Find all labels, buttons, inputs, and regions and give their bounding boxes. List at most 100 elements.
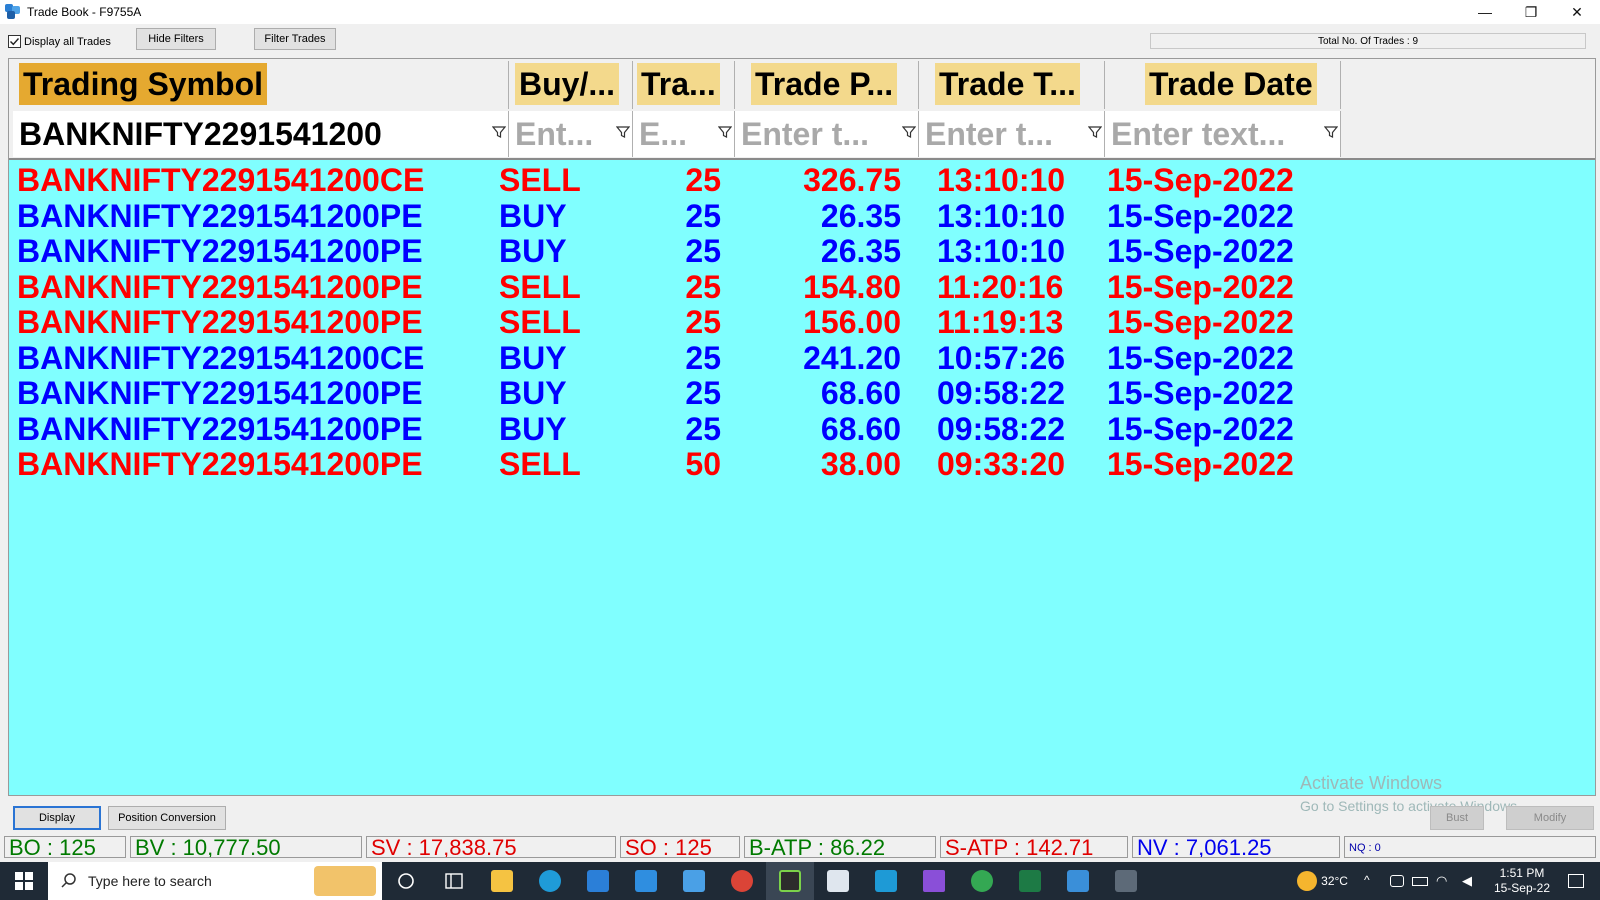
- notifications-icon[interactable]: [1568, 874, 1584, 888]
- triangle-app-icon[interactable]: [910, 862, 958, 900]
- cell-symbol: BANKNIFTY2291541200PE: [17, 304, 423, 340]
- sell-orders-stat: SO : 125: [620, 836, 740, 858]
- table-row[interactable]: BANKNIFTY2291541200PE SELL 25 156.00 11:…: [9, 304, 1595, 340]
- hide-filters-button[interactable]: Hide Filters: [136, 28, 216, 50]
- filter-placeholder[interactable]: Enter t...: [925, 115, 1053, 153]
- filter-icon[interactable]: [717, 125, 733, 139]
- cell-qty: 25: [685, 375, 721, 411]
- battery-icon[interactable]: [1411, 876, 1428, 886]
- filter-trade-date[interactable]: Enter text...: [1105, 111, 1341, 157]
- cell-date: 15-Sep-2022: [1107, 304, 1294, 340]
- widgets-icon[interactable]: [430, 862, 478, 900]
- search-icon: [61, 873, 76, 888]
- column-header-trade-date[interactable]: Trade Date: [1105, 61, 1341, 109]
- filter-text[interactable]: BANKNIFTY2291541200: [19, 115, 382, 153]
- activate-windows-watermark: Activate Windows: [1300, 773, 1443, 793]
- meet-icon[interactable]: [1389, 875, 1404, 887]
- clock-time: 1:51 PM: [1499, 866, 1545, 880]
- filter-icon[interactable]: [1087, 125, 1103, 139]
- cell-qty: 25: [685, 410, 721, 447]
- cell-date: 15-Sep-2022: [1107, 446, 1294, 482]
- filter-icon[interactable]: [491, 125, 507, 139]
- filter-trading-symbol[interactable]: BANKNIFTY2291541200: [13, 111, 509, 157]
- column-header-trade-time[interactable]: Trade T...: [919, 61, 1105, 109]
- temperature[interactable]: 32°C: [1321, 874, 1348, 888]
- display-all-trades-checkbox[interactable]: Display all Trades: [8, 35, 111, 48]
- photos-icon[interactable]: [1054, 862, 1102, 900]
- bust-button[interactable]: Bust: [1430, 806, 1484, 830]
- weather-icon[interactable]: [1297, 871, 1318, 891]
- trade-grid: Trading Symbol Buy/... Tra... Trade P...…: [8, 58, 1596, 796]
- table-row[interactable]: BANKNIFTY2291541200PE SELL 25 154.80 11:…: [9, 268, 1595, 305]
- table-row[interactable]: BANKNIFTY2291541200CE SELL 25 326.75 13:…: [9, 162, 1595, 198]
- remote-desktop-icon[interactable]: [670, 862, 718, 900]
- task-view-icon[interactable]: [382, 862, 430, 900]
- filter-trade-price[interactable]: Enter t...: [735, 111, 919, 157]
- buy-orders-stat: BO : 125: [4, 836, 126, 858]
- display-all-trades-label: Display all Trades: [24, 35, 111, 48]
- cell-date: 15-Sep-2022: [1107, 375, 1294, 411]
- filter-placeholder[interactable]: E...: [639, 115, 687, 153]
- column-header-trade-qty[interactable]: Tra...: [633, 61, 735, 109]
- filter-trade-time[interactable]: Enter t...: [919, 111, 1105, 157]
- table-row[interactable]: BANKNIFTY2291541200PE BUY 25 26.35 13:10…: [9, 233, 1595, 269]
- filter-buy-sell[interactable]: Ent...: [509, 111, 633, 157]
- filter-trades-button[interactable]: Filter Trades: [254, 28, 336, 50]
- edge-browser-icon[interactable]: [526, 862, 574, 900]
- window-app-icon[interactable]: [814, 862, 862, 900]
- filter-placeholder[interactable]: Enter text...: [1111, 115, 1285, 153]
- minimize-button[interactable]: —: [1462, 0, 1508, 24]
- column-header-buy-sell[interactable]: Buy/...: [509, 61, 633, 109]
- clock-date: 15-Sep-22: [1493, 881, 1550, 895]
- cell-price: 26.35: [820, 233, 901, 269]
- cell-side: BUY: [499, 339, 567, 376]
- store-icon[interactable]: [574, 862, 622, 900]
- net-value-stat: NV : 7,061.25: [1132, 836, 1340, 858]
- mail-icon[interactable]: [622, 862, 670, 900]
- filter-placeholder[interactable]: Ent...: [515, 115, 593, 153]
- excel-icon[interactable]: [1006, 862, 1054, 900]
- column-header-trade-price[interactable]: Trade P...: [735, 61, 919, 109]
- windows-start-icon[interactable]: [0, 862, 48, 900]
- volume-icon[interactable]: ◀: [1462, 873, 1480, 889]
- column-header-trading-symbol[interactable]: Trading Symbol: [9, 61, 509, 109]
- clock[interactable]: 1:51 PM 15-Sep-22: [1494, 866, 1550, 896]
- calculator-icon[interactable]: [1102, 862, 1150, 900]
- chrome-icon[interactable]: [718, 862, 766, 900]
- table-row[interactable]: BANKNIFTY2291541200PE SELL 50 38.00 09:3…: [9, 446, 1595, 482]
- table-row[interactable]: BANKNIFTY2291541200PE BUY 25 26.35 13:10…: [9, 197, 1595, 234]
- chrome-profile-icon[interactable]: [958, 862, 1006, 900]
- resize-app-icon[interactable]: [862, 862, 910, 900]
- position-conversion-button[interactable]: Position Conversion: [108, 806, 226, 830]
- wifi-icon[interactable]: ◠: [1436, 873, 1454, 889]
- display-button[interactable]: Display: [13, 806, 101, 830]
- net-qty-stat: NQ : 0: [1344, 836, 1596, 858]
- title-bar: Trade Book - F9755A — ❐ ✕: [0, 0, 1600, 24]
- cell-symbol: BANKNIFTY2291541200PE: [17, 375, 423, 411]
- close-button[interactable]: ✕: [1554, 0, 1600, 24]
- buy-value-stat: BV : 10,777.50: [130, 836, 362, 858]
- filter-icon[interactable]: [901, 125, 917, 139]
- cell-qty: 50: [685, 446, 721, 482]
- filter-placeholder[interactable]: Enter t...: [741, 115, 869, 153]
- table-row[interactable]: BANKNIFTY2291541200PE BUY 25 68.60 09:58…: [9, 375, 1595, 411]
- cell-date: 15-Sep-2022: [1107, 268, 1294, 305]
- trading-app-icon[interactable]: [766, 862, 814, 900]
- cell-time: 11:19:13: [937, 304, 1064, 340]
- filter-trade-qty[interactable]: E...: [633, 111, 735, 157]
- table-row[interactable]: BANKNIFTY2291541200CE BUY 25 241.20 10:5…: [9, 339, 1595, 376]
- chevron-up-icon[interactable]: ^: [1364, 873, 1382, 889]
- cell-time: 13:10:10: [937, 197, 1066, 234]
- filter-icon[interactable]: [615, 125, 631, 139]
- restore-button[interactable]: ❐: [1508, 0, 1554, 24]
- checkbox-box[interactable]: [8, 35, 21, 48]
- modify-button[interactable]: Modify: [1506, 806, 1594, 830]
- cell-side: BUY: [499, 233, 567, 269]
- cell-price: 156.00: [803, 304, 901, 340]
- app-icon: [5, 4, 21, 20]
- filter-icon[interactable]: [1323, 125, 1339, 139]
- table-row[interactable]: BANKNIFTY2291541200PE BUY 25 68.60 09:58…: [9, 410, 1595, 447]
- cell-time: 10:57:26: [937, 339, 1066, 376]
- taskbar-search[interactable]: Type here to search: [48, 862, 382, 900]
- file-explorer-icon[interactable]: [478, 862, 526, 900]
